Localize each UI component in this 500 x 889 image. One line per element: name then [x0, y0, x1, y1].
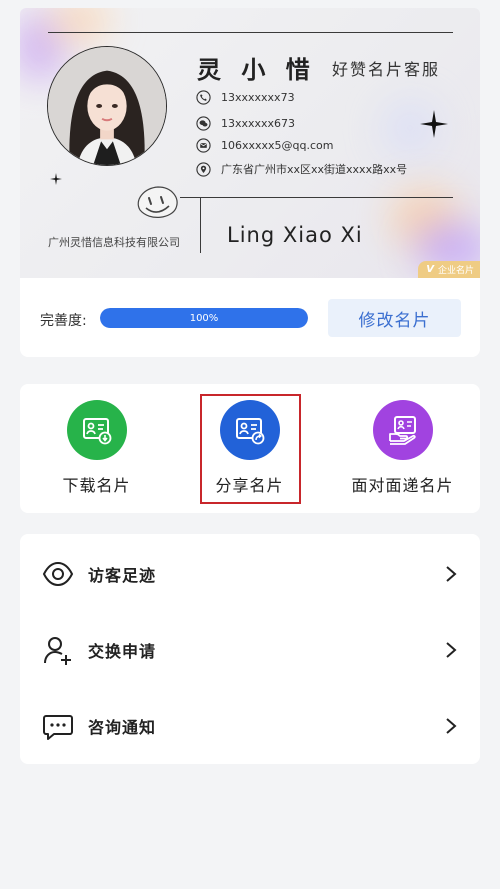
sparkle-icon — [50, 173, 62, 185]
email-row[interactable]: 106xxxxx5@qq.com — [196, 138, 334, 153]
face-to-face-card-button[interactable]: 面对面递名片 — [326, 384, 479, 513]
avatar — [47, 46, 167, 166]
smiley-icon — [137, 186, 178, 218]
edit-card-button[interactable]: 修改名片 — [328, 299, 461, 337]
message-icon — [42, 710, 74, 742]
menu-list: 访客足迹 交换申请 咨询通知 — [20, 534, 480, 764]
download-card-button[interactable]: 下载名片 — [20, 384, 173, 513]
menu-label: 咨询通知 — [88, 718, 157, 737]
menu-item-visitor-footprint[interactable]: 访客足迹 — [20, 536, 480, 612]
completeness-bar: 100% — [100, 308, 308, 328]
phone-value: 13xxxxxxx73 — [221, 91, 295, 104]
chevron-right-icon — [444, 717, 458, 735]
completeness-bar-fill: 100% — [100, 308, 308, 328]
chevron-right-icon — [444, 641, 458, 659]
share-highlight-box — [200, 394, 301, 504]
eye-icon — [42, 558, 74, 590]
card-actions: 下载名片 分享名片 面对面递名片 — [20, 384, 480, 513]
wechat-value: 13xxxxxx673 — [221, 117, 296, 130]
download-card-label: 下载名片 — [62, 476, 131, 495]
menu-item-exchange-requests[interactable]: 交换申请 — [20, 612, 480, 688]
download-icon-circle — [66, 400, 127, 460]
menu-label: 访客足迹 — [88, 566, 157, 585]
divider — [200, 197, 201, 253]
address-row[interactable]: 广东省广州市xx区xx街道xxxx路xx号 — [196, 161, 407, 177]
menu-item-consultation-notices[interactable]: 咨询通知 — [20, 688, 480, 764]
completeness-panel: 完善度: 100% 修改名片 — [20, 278, 480, 357]
email-value: 106xxxxx5@qq.com — [221, 139, 334, 152]
english-name: Ling Xiao Xi — [227, 223, 363, 247]
sparkle-icon — [420, 110, 448, 138]
chevron-right-icon — [444, 565, 458, 583]
face-to-face-card-label: 面对面递名片 — [351, 476, 454, 495]
company-name: 广州灵惜信息科技有限公司 — [48, 236, 180, 249]
card-role: 好赞名片客服 — [332, 60, 441, 79]
phone-row[interactable]: 13xxxxxxx73 — [196, 90, 295, 105]
completeness-label: 完善度: — [40, 313, 87, 329]
card-download-icon — [82, 418, 111, 445]
card-hand-icon — [388, 416, 416, 445]
avatar-portrait-icon — [48, 47, 166, 165]
phone-icon — [196, 90, 211, 105]
address-value: 广东省广州市xx区xx街道xxxx路xx号 — [221, 163, 408, 176]
wechat-row[interactable]: 13xxxxxx673 — [196, 116, 295, 131]
email-icon — [196, 138, 211, 153]
add-user-icon — [42, 634, 74, 666]
location-pin-icon — [196, 161, 211, 177]
wechat-icon — [196, 116, 211, 131]
badge-v-mark: V — [426, 264, 434, 275]
business-card: 灵 小 惜 好赞名片客服 13xxxxxxx73 13xxxxxx673 106… — [20, 8, 480, 278]
divider — [180, 197, 453, 198]
divider — [48, 32, 453, 33]
completeness-value: 100% — [189, 312, 219, 324]
menu-label: 交换申请 — [88, 642, 157, 661]
face-to-face-icon-circle — [372, 400, 433, 460]
enterprise-badge: V 企业名片 — [418, 261, 480, 278]
card-name: 灵 小 惜 — [197, 56, 316, 84]
badge-label: 企业名片 — [437, 266, 474, 276]
